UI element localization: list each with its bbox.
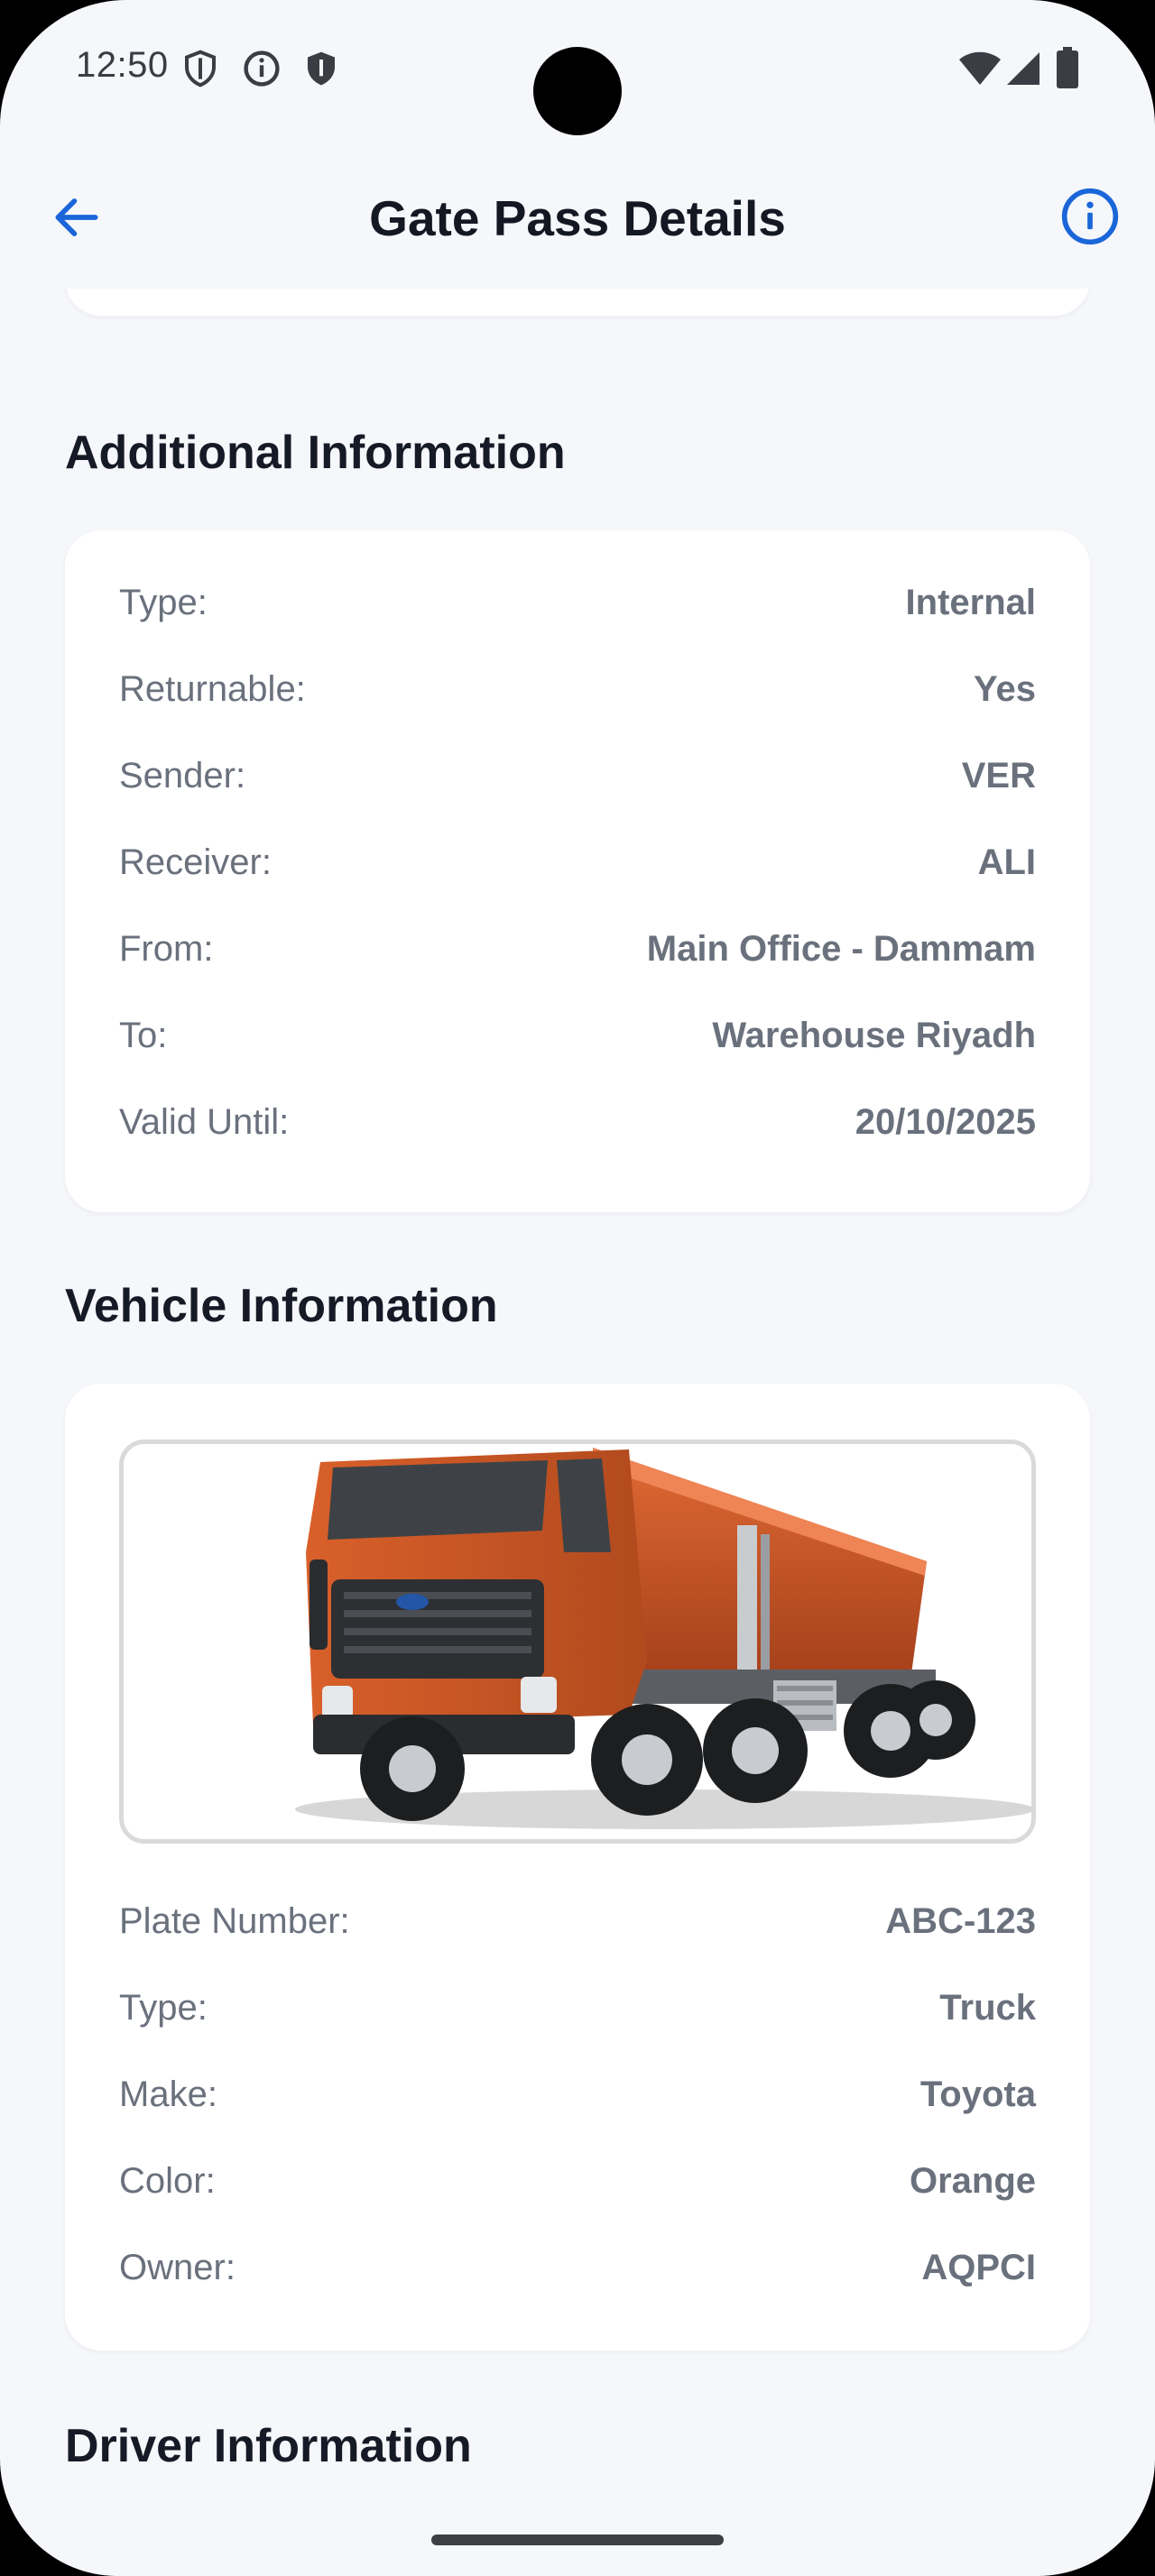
page-title: Gate Pass Details xyxy=(369,190,786,246)
previous-card-bottom xyxy=(65,289,1090,316)
row-label: To: xyxy=(119,1015,168,1055)
front-camera xyxy=(533,47,622,135)
info-row-to: To: Warehouse Riyadh xyxy=(119,1008,1036,1063)
row-label: Make: xyxy=(119,2074,217,2114)
vehicle-row-type: Type: Truck xyxy=(119,1981,1036,2035)
info-row-type: Type: Internal xyxy=(119,575,1036,630)
vehicle-row-plate-number: Plate Number: ABC-123 xyxy=(119,1894,1036,1948)
row-label: Returnable: xyxy=(119,668,306,709)
row-label: Plate Number: xyxy=(119,1900,350,1941)
row-label: Owner: xyxy=(119,2247,236,2287)
vehicle-row-owner: Owner: AQPCI xyxy=(119,2240,1036,2295)
info-row-returnable: Returnable: Yes xyxy=(119,662,1036,716)
vehicle-row-color: Color: Orange xyxy=(119,2154,1036,2208)
info-button[interactable] xyxy=(1059,186,1121,247)
row-value: Yes xyxy=(974,668,1036,709)
info-row-sender: Sender: VER xyxy=(119,749,1036,803)
vehicle-information-card: Plate Number: ABC-123 Type: Truck Make: … xyxy=(65,1384,1090,2351)
row-value: AQPCI xyxy=(921,2247,1036,2287)
row-value: Main Office - Dammam xyxy=(646,928,1036,969)
row-value: Truck xyxy=(939,1987,1036,2028)
row-value: Orange xyxy=(909,2160,1036,2201)
phone-screen: 12:50 Gate Pass Details Additional Infor… xyxy=(0,0,1155,2576)
status-time: 12:50 xyxy=(76,45,169,85)
wifi-icon xyxy=(958,51,1002,91)
row-label: Receiver: xyxy=(119,842,272,882)
orange-dump-truck-image xyxy=(295,1448,1031,1829)
row-value: ABC-123 xyxy=(885,1900,1036,1941)
row-label: Sender: xyxy=(119,755,246,796)
scroll-content[interactable]: Additional Information Type: Internal Re… xyxy=(0,289,1155,2576)
info-circle-icon xyxy=(242,49,282,93)
info-row-from: From: Main Office - Dammam xyxy=(119,922,1036,976)
home-indicator[interactable] xyxy=(431,2535,724,2545)
info-row-valid-until: Valid Until: 20/10/2025 xyxy=(119,1095,1036,1149)
vehicle-information-title: Vehicle Information xyxy=(65,1280,498,1332)
info-outline-icon xyxy=(1061,188,1119,245)
row-label: Valid Until: xyxy=(119,1101,290,1142)
row-value: VER xyxy=(961,755,1036,796)
signal-icon xyxy=(1005,51,1041,91)
status-bar: 12:50 xyxy=(0,0,1155,144)
row-value: ALI xyxy=(977,842,1036,882)
row-value: 20/10/2025 xyxy=(855,1101,1036,1142)
battery-icon xyxy=(1056,47,1079,93)
vehicle-row-make: Make: Toyota xyxy=(119,2067,1036,2121)
app-bar: Gate Pass Details xyxy=(0,171,1155,262)
row-label: Color: xyxy=(119,2160,216,2201)
row-label: Type: xyxy=(119,582,208,622)
shield-filled-icon xyxy=(303,49,339,93)
row-value: Internal xyxy=(905,582,1036,622)
row-value: Toyota xyxy=(919,2074,1036,2114)
row-label: From: xyxy=(119,928,214,969)
row-value: Warehouse Riyadh xyxy=(712,1015,1036,1055)
additional-information-card: Type: Internal Returnable: Yes Sender: V… xyxy=(65,530,1090,1212)
driver-information-title: Driver Information xyxy=(65,2420,472,2472)
vehicle-image[interactable] xyxy=(119,1440,1036,1844)
row-label: Type: xyxy=(119,1987,208,2028)
shield-outline-icon xyxy=(182,49,218,93)
info-row-receiver: Receiver: ALI xyxy=(119,835,1036,889)
additional-information-title: Additional Information xyxy=(65,427,566,479)
